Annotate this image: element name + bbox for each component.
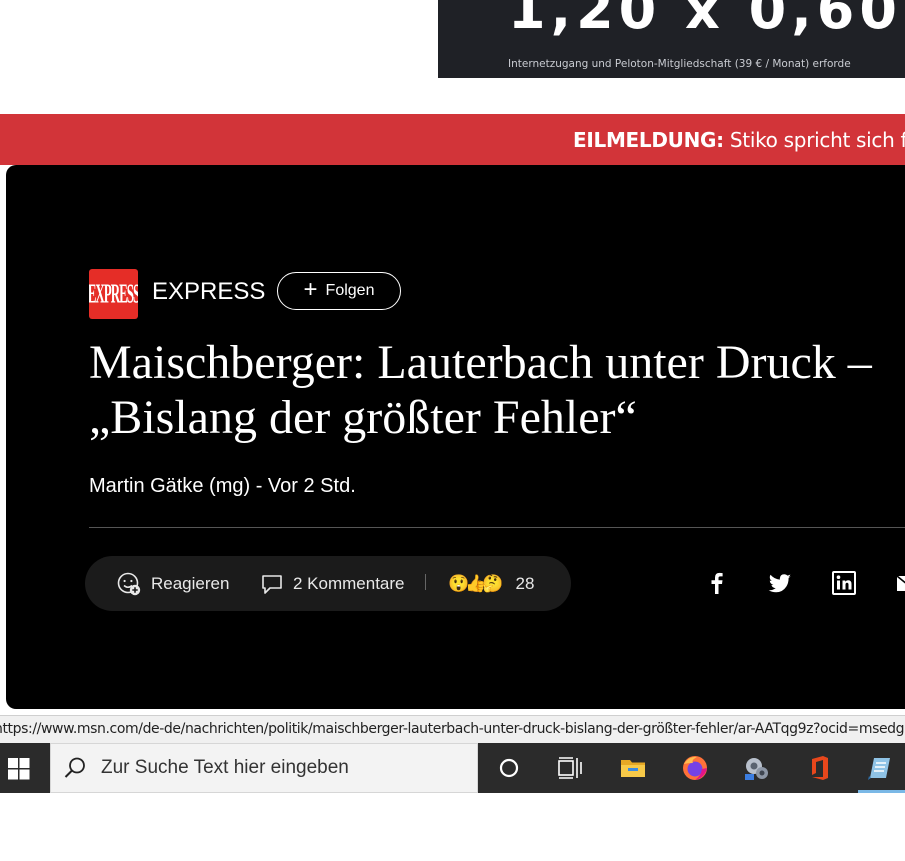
follow-label: Folgen [325,282,375,299]
follow-button[interactable]: + Folgen [277,272,401,310]
taskbar-search-input[interactable] [99,756,463,780]
breaking-label: EILMELDUNG: [573,128,724,152]
twitter-share-icon[interactable] [767,570,793,596]
separator [425,574,426,590]
divider [89,527,905,528]
comments-label: 2 Kommentare [293,573,405,593]
publisher-logo[interactable]: EXPRESS [89,269,138,319]
reaction-count: 28 [515,573,535,593]
article-headline: Maischberger: Lauterbach unter Druck – „… [89,335,899,445]
plus-icon: + [303,275,318,303]
windows-taskbar [0,743,905,793]
react-button[interactable]: Reagieren [116,571,229,597]
taskbar-search-box[interactable] [50,743,478,793]
windows-start-icon[interactable] [8,758,30,780]
smiley-add-icon [117,572,141,595]
reaction-summary[interactable]: 😲 👍 🤔 28 [448,574,534,594]
task-view-icon[interactable] [556,754,584,782]
facebook-share-icon[interactable] [704,570,730,596]
status-url: https://www.msn.com/de-de/nachrichten/po… [0,721,905,737]
article-byline: Martin Gätke (mg) - Vor 2 Std. [89,475,356,497]
thinking-emoji-icon: 🤔 [482,573,504,593]
email-share-icon[interactable] [895,570,905,596]
breaking-headline: Stiko spricht sich fü [723,128,905,152]
notepad-icon[interactable] [865,754,893,782]
breaking-news-text: EILMELDUNG: Stiko spricht sich fü [573,128,905,152]
firefox-icon[interactable] [681,754,709,782]
office-icon[interactable] [805,754,833,782]
publisher-name[interactable]: EXPRESS [152,278,265,306]
breaking-news-bar[interactable]: EILMELDUNG: Stiko spricht sich fü [0,114,905,165]
comment-icon [262,574,282,594]
linkedin-share-icon[interactable] [831,570,857,596]
reaction-bar: Reagieren 2 Kommentare 😲 👍 🤔 28 [85,556,571,611]
ad-fineprint: Internetzugang und Peloton-Mitgliedschaf… [508,58,851,70]
cortana-icon[interactable] [495,754,523,782]
article-card: EXPRESS EXPRESS + Folgen Maischberger: L… [6,165,905,709]
headline-line-2: „Bislang der größter Fehler“ [89,391,637,444]
ad-banner[interactable]: 1,20 x 0,60 m Internetzugang und Peloton… [438,0,905,78]
publisher-logo-text: EXPRESS [89,277,138,309]
app-gears-icon[interactable] [743,754,771,782]
status-url-bar: https://www.msn.com/de-de/nachrichten/po… [0,715,905,743]
ad-headline: 1,20 x 0,60 m [508,0,905,41]
react-label: Reagieren [151,573,230,593]
file-explorer-icon[interactable] [619,754,647,782]
comments-button[interactable]: 2 Kommentare [260,572,405,596]
headline-line-1: Maischberger: Lauterbach unter Druck – [89,336,872,389]
search-icon [64,757,85,778]
active-app-indicator [858,790,905,793]
